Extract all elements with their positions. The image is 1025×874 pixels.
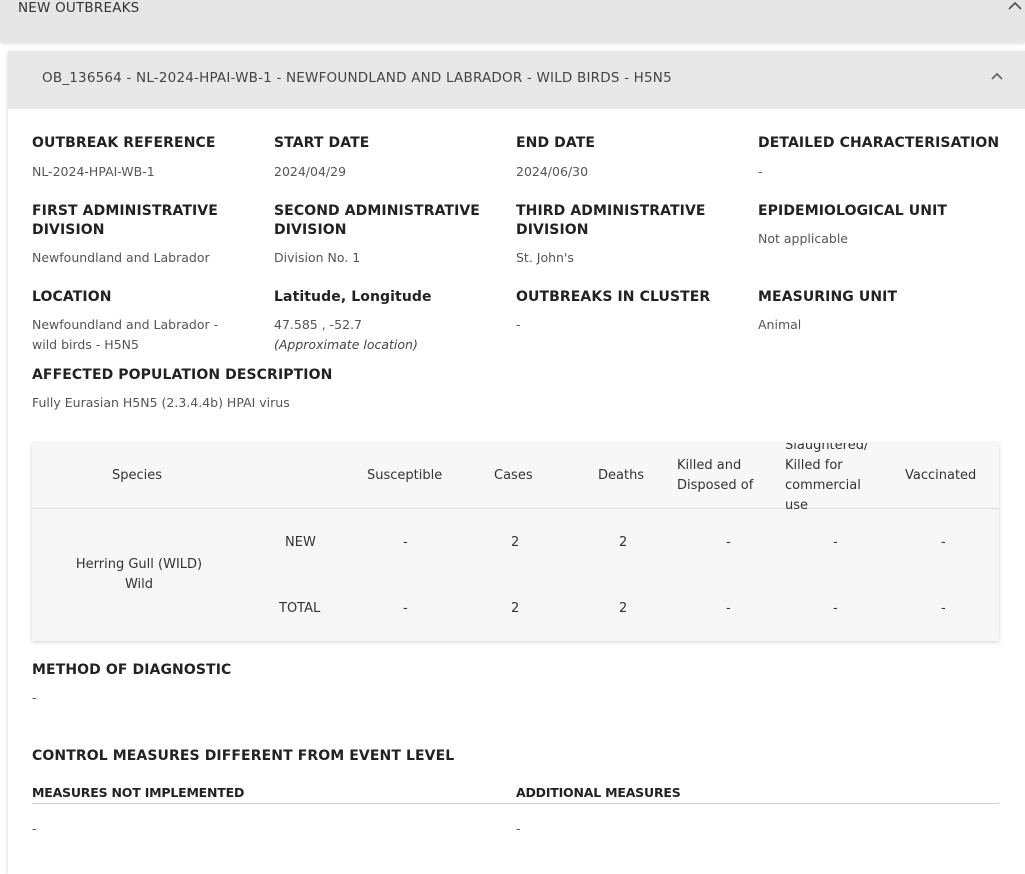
- row-type-new: NEW: [285, 535, 316, 550]
- header-vaccinated: Vaccinated: [905, 468, 977, 483]
- header-slaughtered-line3: commercial: [785, 478, 861, 493]
- lat-long-coordinates: 47.585 , -52.7: [274, 317, 363, 332]
- second-admin-label-line1: SECOND ADMINISTRATIVE: [274, 203, 480, 219]
- header-slaughtered-line4: use: [785, 498, 809, 513]
- detailed-characterisation-label: DETAILED CHARACTERISATION: [758, 135, 1000, 151]
- cell-deaths-new: 2: [619, 535, 628, 550]
- species-table-header: Species Susceptible Cases Deaths Killed …: [32, 443, 999, 513]
- header-species: Species: [112, 468, 163, 483]
- end-date-value: 2024/06/30: [516, 164, 589, 179]
- control-measures-label: CONTROL MEASURES DIFFERENT FROM EVENT LE…: [32, 748, 455, 764]
- method-of-diagnostic-label: METHOD OF DIAGNOSTIC: [32, 662, 232, 678]
- third-admin-label: THIRD ADMINISTRATIVE DIVISION: [516, 202, 706, 240]
- measuring-unit-label: MEASURING UNIT: [758, 289, 898, 305]
- cell-slaughtered-new: -: [833, 535, 838, 550]
- header-slaughtered-line1: Slaughtered/: [785, 443, 869, 453]
- outbreak-title: OB_136564 - NL-2024-HPAI-WB-1 - NEWFOUND…: [42, 70, 672, 86]
- cell-killed-total: -: [726, 601, 731, 616]
- control-measures-divider: [32, 803, 999, 804]
- chevron-up-icon[interactable]: [1005, 0, 1025, 16]
- header-slaughtered-line2: Killed for: [785, 458, 843, 473]
- species-name-cell: Herring Gull (WILD) Wild: [32, 555, 246, 595]
- first-admin-label: FIRST ADMINISTRATIVE DIVISION: [32, 202, 218, 240]
- cell-vaccinated-total: -: [941, 601, 946, 616]
- measuring-unit-value: Animal: [758, 317, 802, 332]
- cell-susceptible-new: -: [403, 535, 408, 550]
- first-admin-label-line1: FIRST ADMINISTRATIVE: [32, 203, 218, 219]
- outbreaks-in-cluster-label: OUTBREAKS IN CLUSTER: [516, 289, 711, 305]
- header-susceptible: Susceptible: [367, 468, 443, 483]
- lat-long-label: Latitude, Longitude: [274, 289, 432, 305]
- cell-slaughtered-total: -: [833, 601, 838, 616]
- location-value: Newfoundland and Labrador - wild birds -…: [32, 315, 218, 355]
- detailed-characterisation-value: -: [758, 164, 763, 179]
- cell-cases-new: 2: [511, 535, 520, 550]
- second-admin-value: Division No. 1: [274, 250, 361, 265]
- chevron-up-icon[interactable]: [989, 68, 1005, 84]
- additional-measures-label: ADDITIONAL MEASURES: [516, 785, 681, 800]
- first-admin-label-line2: DIVISION: [32, 222, 105, 238]
- third-admin-label-line1: THIRD ADMINISTRATIVE: [516, 203, 706, 219]
- location-label: LOCATION: [32, 289, 112, 305]
- second-admin-label: SECOND ADMINISTRATIVE DIVISION: [274, 202, 480, 240]
- outbreak-card-header[interactable]: OB_136564 - NL-2024-HPAI-WB-1 - NEWFOUND…: [8, 51, 1025, 109]
- header-killed-line1: Killed and: [677, 458, 742, 473]
- first-admin-value: Newfoundland and Labrador: [32, 250, 210, 265]
- third-admin-value: St. John's: [516, 250, 574, 265]
- cell-deaths-total: 2: [619, 601, 628, 616]
- approximate-location-note: (Approximate location): [274, 337, 418, 352]
- cell-susceptible-total: -: [403, 601, 408, 616]
- affected-population-label: AFFECTED POPULATION DESCRIPTION: [32, 367, 333, 383]
- measures-not-implemented-value: -: [32, 821, 37, 836]
- new-outbreaks-header[interactable]: NEW OUTBREAKS: [0, 0, 1025, 42]
- section-title: NEW OUTBREAKS: [18, 0, 140, 16]
- outbreaks-in-cluster-value: -: [516, 317, 521, 332]
- header-killed-disposed: Killed and Disposed of: [677, 456, 753, 496]
- second-admin-label-line2: DIVISION: [274, 222, 347, 238]
- outbreak-reference-value: NL-2024-HPAI-WB-1: [32, 164, 155, 179]
- lat-long-value: 47.585 , -52.7 (Approximate location): [274, 315, 418, 355]
- species-table: Species Susceptible Cases Deaths Killed …: [32, 443, 999, 641]
- epidemiological-unit-label: EPIDEMIOLOGICAL UNIT: [758, 203, 948, 219]
- header-cases: Cases: [494, 468, 533, 483]
- cell-vaccinated-new: -: [941, 535, 946, 550]
- method-of-diagnostic-value: -: [32, 690, 37, 705]
- location-value-line1: Newfoundland and Labrador -: [32, 317, 219, 332]
- end-date-label: END DATE: [516, 135, 596, 151]
- header-deaths: Deaths: [598, 468, 645, 483]
- outbreak-reference-label: OUTBREAK REFERENCE: [32, 135, 216, 151]
- additional-measures-value: -: [516, 821, 521, 836]
- epidemiological-unit-value: Not applicable: [758, 231, 848, 246]
- cell-killed-new: -: [726, 535, 731, 550]
- location-value-line2: wild birds - H5N5: [32, 337, 139, 352]
- affected-population-value: Fully Eurasian H5N5 (2.3.4.4b) HPAI viru…: [32, 395, 290, 410]
- cell-cases-total: 2: [511, 601, 520, 616]
- species-wild-tag: Wild: [124, 577, 154, 592]
- start-date-value: 2024/04/29: [274, 164, 347, 179]
- row-type-total: TOTAL: [279, 601, 321, 616]
- third-admin-label-line2: DIVISION: [516, 222, 589, 238]
- header-slaughtered: Slaughtered/ Killed for commercial use: [785, 443, 868, 516]
- header-killed-line2: Disposed of: [677, 478, 754, 493]
- start-date-label: START DATE: [274, 135, 370, 151]
- species-name: Herring Gull (WILD): [75, 557, 203, 572]
- measures-not-implemented-label: MEASURES NOT IMPLEMENTED: [32, 785, 245, 800]
